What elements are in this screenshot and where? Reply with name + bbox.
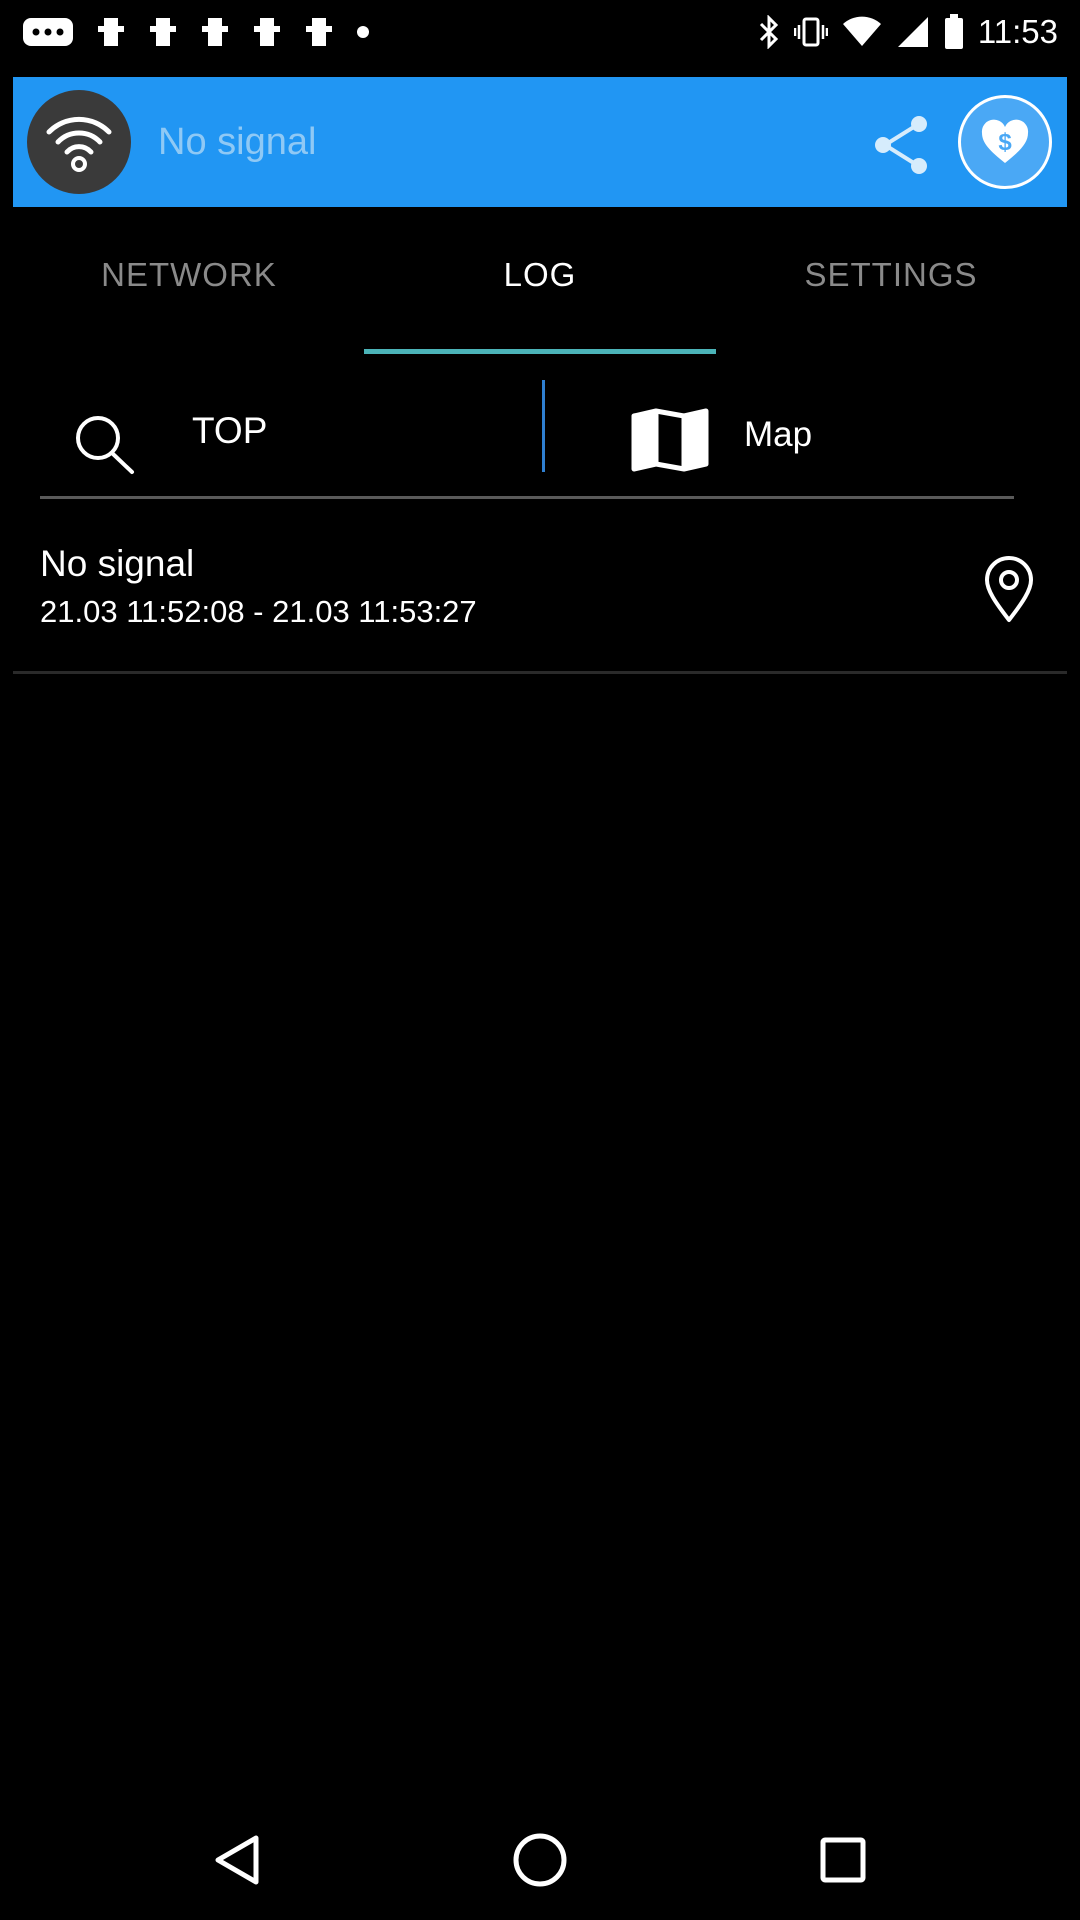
tab-settings-label: SETTINGS — [804, 255, 978, 293]
network-status-title: No signal — [158, 121, 317, 163]
filter-underline — [40, 496, 1014, 499]
svg-text:$: $ — [998, 129, 1012, 156]
tab-log[interactable]: LOG — [364, 210, 716, 355]
list-item[interactable]: No signal 21.03 11:52:08 - 21.03 11:53:2… — [13, 520, 1067, 670]
map-icon[interactable] — [630, 408, 710, 472]
signal-icon — [897, 17, 928, 47]
location-pin-icon[interactable] — [981, 554, 1037, 624]
tab-network[interactable]: NETWORK — [13, 210, 365, 355]
home-icon — [513, 1833, 567, 1887]
vibrate-icon — [793, 17, 828, 47]
top-filter-label[interactable]: TOP — [192, 406, 267, 456]
dot-icon — [357, 26, 369, 38]
active-tab-indicator — [364, 349, 716, 354]
app-icon — [98, 18, 124, 46]
tab-log-label: LOG — [503, 255, 577, 293]
battery-icon — [944, 14, 963, 49]
more-icon — [23, 18, 73, 46]
list-divider — [13, 671, 1067, 674]
log-item-time-range: 21.03 11:52:08 - 21.03 11:53:27 — [40, 594, 477, 629]
home-button[interactable] — [498, 1818, 582, 1902]
donate-button[interactable]: $ — [958, 95, 1052, 189]
app-icon — [202, 18, 228, 46]
back-icon — [215, 1835, 259, 1885]
status-bar: 11:53 — [0, 0, 1080, 64]
log-filter-bar: TOP Map — [40, 378, 1014, 498]
tab-bar: NETWORK LOG SETTINGS — [0, 210, 1080, 355]
share-button[interactable] — [863, 107, 939, 183]
status-notifications — [22, 14, 370, 50]
bluetooth-icon — [759, 15, 778, 49]
map-button-label[interactable]: Map — [744, 410, 812, 460]
app-icon — [306, 18, 332, 46]
share-icon — [875, 116, 927, 174]
app-header: No signal $ — [13, 77, 1067, 207]
app-icon — [254, 18, 280, 46]
back-button[interactable] — [196, 1818, 280, 1902]
wifi-status-button[interactable] — [27, 90, 131, 194]
tab-settings[interactable]: SETTINGS — [715, 210, 1067, 355]
status-time: 11:53 — [977, 13, 1058, 50]
recent-apps-button[interactable] — [801, 1818, 885, 1902]
app-icon — [150, 18, 176, 46]
filter-divider — [542, 380, 545, 472]
log-item-title: No signal — [40, 543, 195, 584]
status-system: 11:53 — [758, 10, 1058, 54]
system-nav-bar — [0, 1800, 1080, 1920]
recent-apps-icon — [820, 1837, 866, 1883]
wifi-icon — [46, 116, 112, 172]
tab-network-label: NETWORK — [101, 255, 277, 293]
heart-dollar-icon: $ — [981, 119, 1029, 163]
search-icon[interactable] — [70, 408, 140, 478]
wifi-status-icon — [842, 16, 881, 46]
